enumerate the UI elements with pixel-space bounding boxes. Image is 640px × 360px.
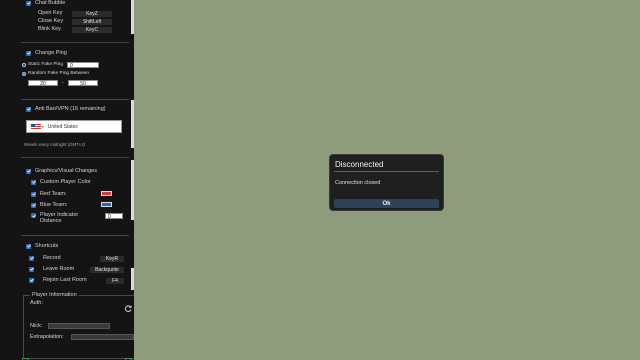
anti-ban-toggle[interactable]: Anti Ban/VPN (16 remaining) (26, 106, 134, 112)
shortcuts-toggle[interactable]: Shortcuts (26, 243, 134, 249)
checkbox-checked-icon[interactable] (26, 0, 31, 6)
open-key-input[interactable]: KeyZ (72, 11, 112, 17)
blue-team-toggle[interactable]: Blue Team: (31, 202, 134, 208)
custom-color-toggle[interactable]: Custom Player Color (31, 179, 134, 185)
change-ping-toggle[interactable]: Change Ping (26, 50, 134, 56)
scrollbar-thumb[interactable] (131, 160, 134, 220)
blue-team-label: Blue Team: (40, 202, 68, 208)
chevron-down-icon: ▾ (42, 124, 44, 129)
player-info-title: Player Information (30, 292, 79, 298)
settings-panel: Chat Bubble Open Key KeyZ Close Key Shif… (0, 0, 134, 360)
disconnected-dialog: Disconnected Connection closed Ok (329, 154, 444, 211)
red-team-color-picker[interactable] (101, 191, 112, 196)
edit-icon[interactable] (125, 352, 132, 360)
chat-bubble-toggle[interactable]: Chat Bubble (0, 0, 134, 6)
ok-button[interactable]: Ok (334, 199, 439, 208)
red-team-label: Red Team: (40, 191, 67, 197)
dialog-message: Connection closed (335, 180, 381, 186)
dialog-title: Disconnected (335, 160, 384, 169)
country-select[interactable]: ▾ United States (26, 120, 122, 133)
change-ping-title: Change Ping (35, 50, 67, 56)
graphics-title: Graphics/Visual Changes (35, 168, 97, 174)
checkbox-checked-icon[interactable] (29, 266, 34, 272)
record-key-input[interactable]: KeyR (100, 256, 124, 262)
graphics-toggle[interactable]: Graphics/Visual Changes (26, 168, 134, 174)
random-ping-label: Random Fake Ping Between (28, 71, 90, 76)
extrapolation-input[interactable] (71, 334, 134, 340)
checkbox-checked-icon[interactable] (26, 106, 31, 112)
random-ping-option[interactable]: Random Fake Ping Between (22, 71, 134, 76)
section-divider (21, 157, 129, 158)
checkbox-checked-icon[interactable] (29, 255, 34, 261)
us-flag-icon (31, 123, 41, 130)
max-ping-input[interactable]: 50 (68, 80, 98, 87)
radio-unselected-icon[interactable] (22, 62, 26, 67)
checkbox-checked-icon[interactable] (31, 202, 36, 208)
rejoin-room-label: Rejoin Last Room (43, 277, 87, 283)
close-key-input[interactable]: ShiftLeft (72, 19, 112, 25)
reset-note: Resets every midnight (GMT+2) (24, 142, 86, 147)
section-divider (21, 235, 129, 236)
checkbox-checked-icon[interactable] (31, 191, 36, 197)
static-ping-input[interactable]: 0 (67, 62, 99, 69)
auth-label: Auth: (30, 300, 43, 306)
chat-bubble-title: Chat Bubble (35, 0, 66, 6)
section-divider (21, 42, 129, 43)
refresh-icon[interactable] (125, 299, 132, 317)
edit-icon[interactable] (22, 352, 29, 360)
radio-selected-icon[interactable] (22, 71, 26, 76)
checkbox-checked-icon[interactable] (26, 168, 31, 174)
blue-team-color-picker[interactable] (101, 202, 112, 207)
checkbox-checked-icon[interactable] (26, 243, 31, 249)
static-ping-label: Static Fake Ping (28, 62, 63, 67)
indicator-distance-input[interactable]: 0 (105, 213, 123, 220)
checkbox-checked-icon[interactable] (26, 50, 31, 56)
dialog-title-underline (334, 171, 439, 172)
anti-ban-title: Anti Ban/VPN (16 remaining) (35, 106, 106, 112)
blink-key-input[interactable]: KeyC (72, 27, 112, 33)
checkbox-checked-icon[interactable] (31, 213, 36, 218)
country-value: United States (47, 123, 78, 130)
checkbox-checked-icon[interactable] (31, 179, 36, 185)
scrollbar-thumb[interactable] (131, 0, 134, 34)
min-ping-input[interactable]: 20 (28, 80, 58, 87)
section-divider (21, 99, 129, 100)
custom-color-label: Custom Player Color (40, 179, 91, 185)
shortcuts-title: Shortcuts (35, 243, 59, 249)
checkbox-checked-icon[interactable] (29, 277, 34, 283)
rejoin-room-key-input[interactable]: F4 (106, 278, 124, 284)
indicator-label: Player Indicator Distance (40, 212, 78, 224)
scrollbar-thumb[interactable] (131, 100, 134, 148)
nick-input[interactable] (48, 323, 110, 329)
indicator-label-line2: Distance (40, 218, 62, 224)
leave-room-label: Leave Room (43, 266, 75, 272)
leave-room-key-input[interactable]: Backquote (90, 267, 124, 273)
record-label: Record (43, 255, 61, 261)
scrollbar-thumb[interactable] (131, 268, 134, 290)
red-team-toggle[interactable]: Red Team: (31, 191, 134, 197)
